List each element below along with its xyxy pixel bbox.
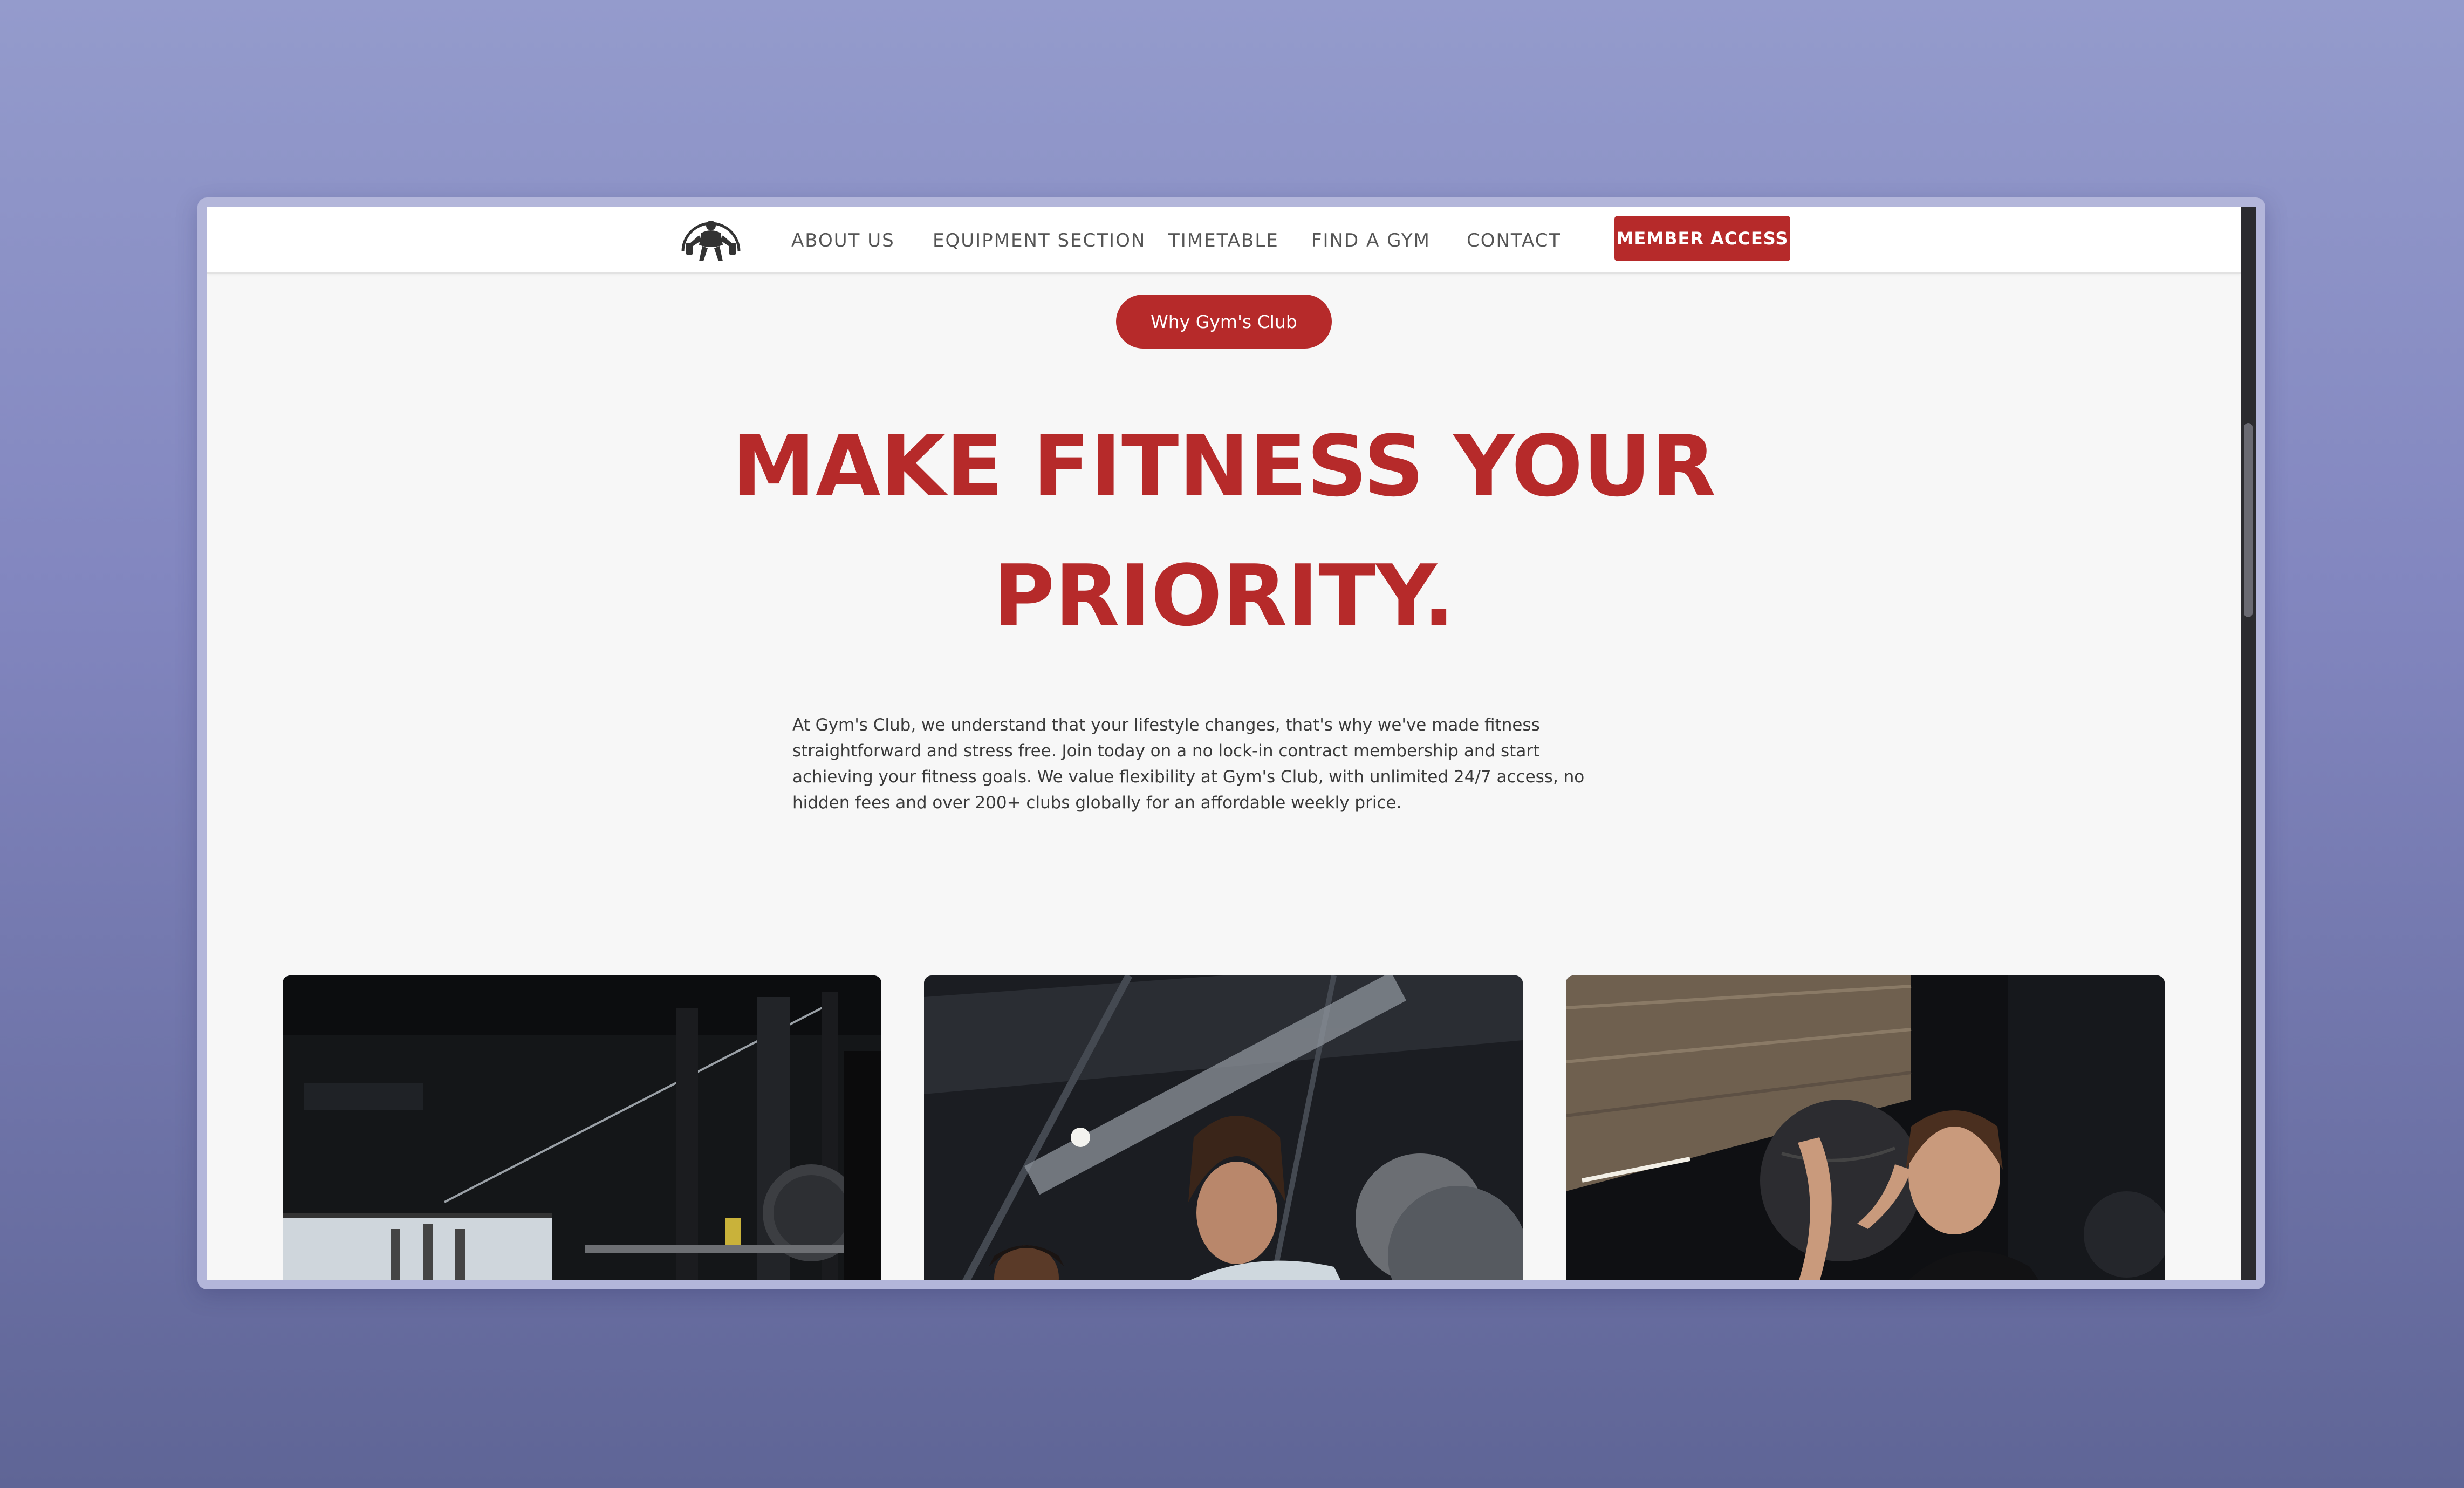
woman-training-photo [924, 975, 1523, 1280]
scrollbar-thumb[interactable] [2244, 423, 2253, 617]
scrollbar[interactable] [2241, 207, 2256, 1280]
browser-window: ABOUT US EQUIPMENT SECTION TIMETABLE FIN… [197, 197, 2265, 1289]
nav-timetable[interactable]: TIMETABLE [1168, 230, 1279, 251]
gym-equipment-photo [283, 975, 881, 1280]
why-gyms-club-button[interactable]: Why Gym's Club [1116, 295, 1332, 349]
intro-paragraph: At Gym's Club, we understand that your l… [792, 715, 1585, 813]
page-viewport: ABOUT US EQUIPMENT SECTION TIMETABLE FIN… [207, 207, 2256, 1280]
hero-headline: MAKE FITNESS YOUR PRIORITY. [207, 401, 2241, 660]
member-access-button[interactable]: MEMBER ACCESS [1614, 216, 1790, 261]
headline-line-1: MAKE FITNESS YOUR [731, 417, 1716, 515]
nav-find-a-gym[interactable]: FIND A GYM [1311, 230, 1431, 251]
nav-equipment-section[interactable]: EQUIPMENT SECTION [933, 230, 1146, 251]
gym-logo-icon[interactable] [677, 209, 744, 268]
woman-medicine-ball-photo [1566, 975, 2165, 1280]
top-navbar: ABOUT US EQUIPMENT SECTION TIMETABLE FIN… [207, 207, 2241, 274]
nav-contact[interactable]: CONTACT [1467, 230, 1561, 251]
nav-about-us[interactable]: ABOUT US [791, 230, 895, 251]
headline-line-2: PRIORITY. [993, 547, 1455, 645]
